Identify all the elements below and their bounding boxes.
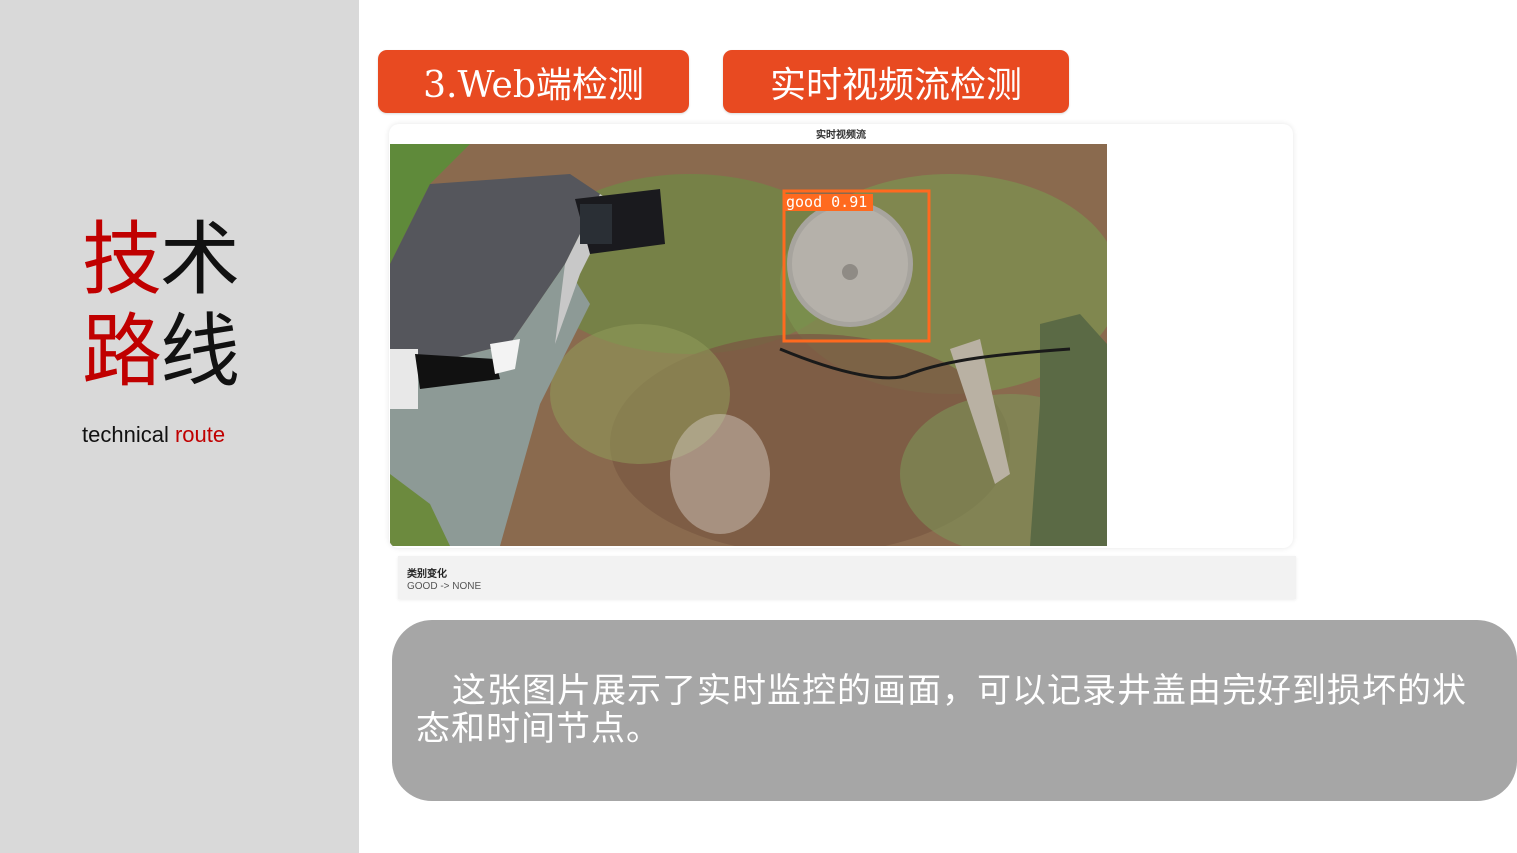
panel-title: 实时视频流	[816, 130, 866, 141]
section-subtitle: technical route	[82, 422, 226, 447]
web-detection-tag: 3.Web端检测	[378, 50, 689, 113]
stream-detection-tag: 实时视频流检测	[723, 50, 1069, 113]
class-change-value: GOOD -> NONE	[407, 581, 482, 592]
live-video-frame: good 0.91	[390, 144, 1107, 546]
detection-label: good 0.91	[784, 194, 874, 211]
section-title: 技术 路线	[82, 213, 240, 398]
class-change-box: 类别变化 GOOD -> NONE	[398, 556, 1296, 599]
caption-text: 这张图片展示了实时监控的画面，可以记录井盖由完好到损坏的状态和时间节点。	[416, 671, 1467, 749]
caption-box: 这张图片展示了实时监控的画面，可以记录井盖由完好到损坏的状态和时间节点。	[392, 620, 1517, 801]
video-panel: 实时视频流 good 0.91	[389, 124, 1293, 548]
video-scene	[390, 144, 1107, 546]
class-change-title: 类别变化	[407, 569, 447, 580]
sidebar: 技术 路线 technical route	[0, 0, 359, 853]
